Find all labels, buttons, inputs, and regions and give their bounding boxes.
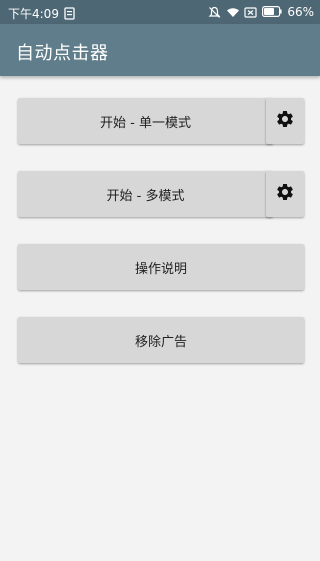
status-right: 66% (208, 5, 314, 19)
battery-percent: 66% (287, 5, 314, 19)
start-multi-mode-label: 开始 - 多模式 (106, 188, 185, 204)
status-time: 下午4:09 (8, 7, 59, 21)
instructions-button[interactable]: 操作说明 (18, 244, 304, 290)
single-mode-settings-button[interactable] (266, 98, 304, 144)
status-bar: 下午4:09 66% (0, 0, 320, 24)
status-left: 下午4:09 (8, 5, 76, 22)
sim-disabled-icon (244, 6, 257, 19)
start-single-mode-button[interactable]: 开始 - 单一模式 (18, 98, 273, 144)
battery-icon (262, 5, 282, 19)
app-bar: 自动点击器 (0, 24, 320, 76)
remove-ads-button[interactable]: 移除广告 (18, 317, 304, 363)
app-title: 自动点击器 (16, 43, 109, 64)
notification-icon (63, 7, 76, 20)
multi-mode-settings-button[interactable] (266, 171, 304, 217)
gear-icon (275, 182, 295, 206)
mute-bell-icon (208, 6, 221, 19)
start-multi-mode-button[interactable]: 开始 - 多模式 (18, 171, 273, 217)
gear-icon (275, 109, 295, 133)
start-single-mode-label: 开始 - 单一模式 (100, 115, 191, 131)
instructions-label: 操作说明 (134, 261, 187, 277)
remove-ads-label: 移除广告 (134, 334, 187, 350)
wifi-icon (226, 6, 240, 19)
